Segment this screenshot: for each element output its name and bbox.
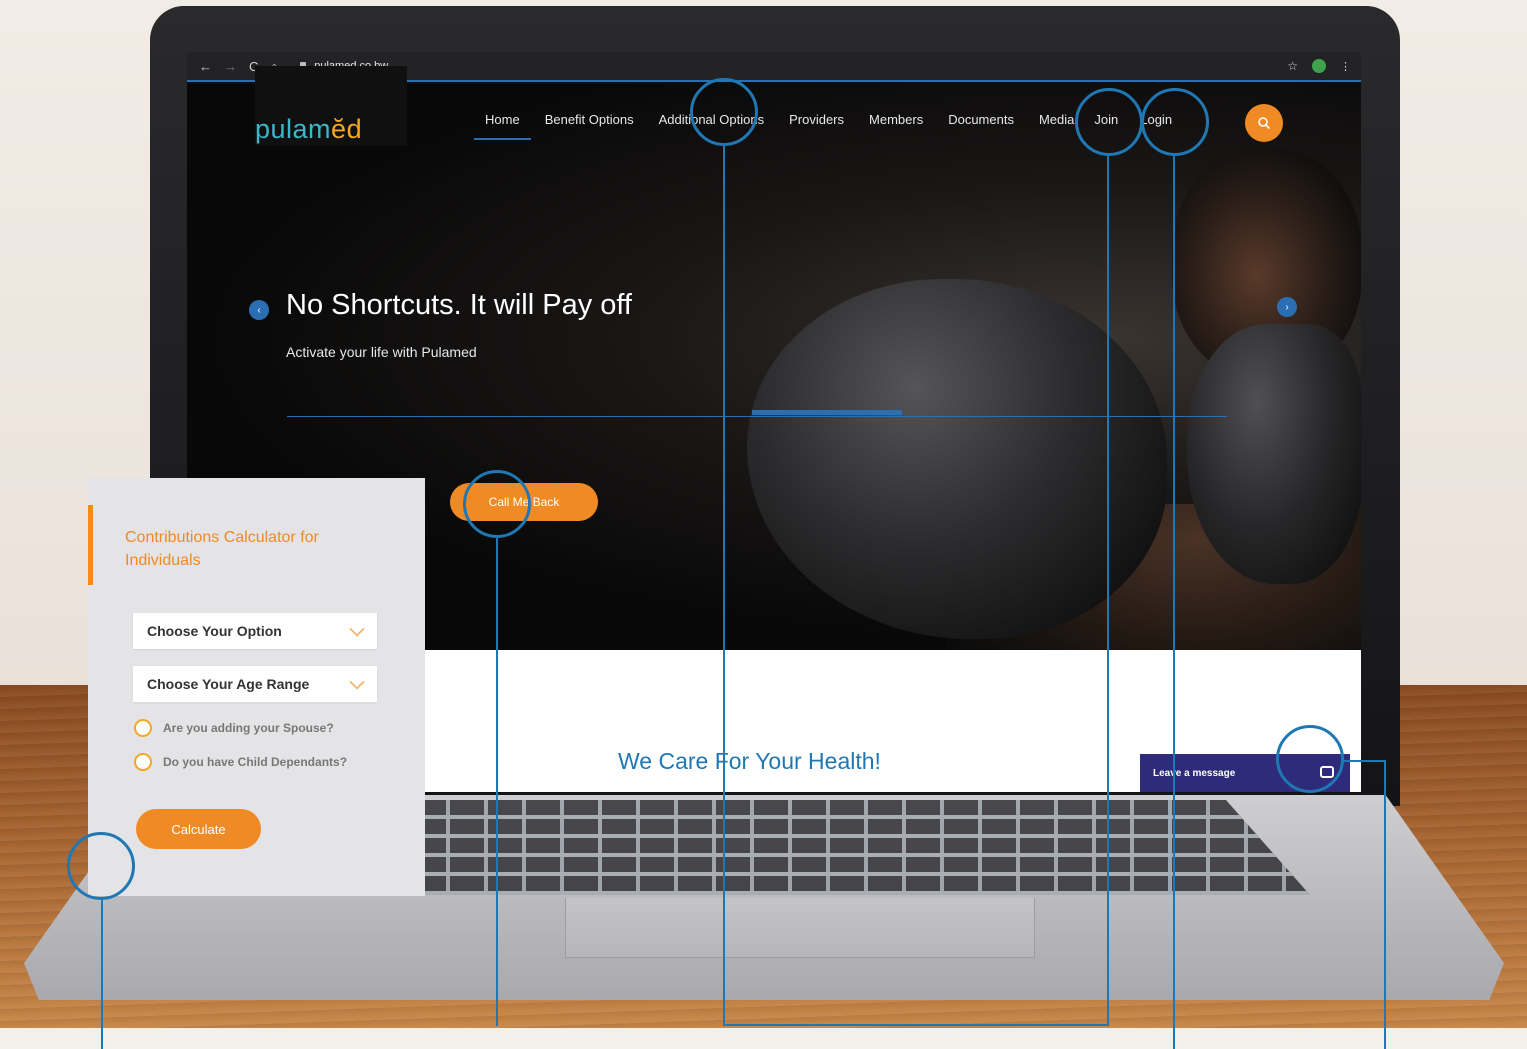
forward-icon[interactable]: →	[224, 59, 237, 74]
calculator-accent-bar	[88, 505, 93, 585]
callout-ring-call-me-back	[463, 470, 531, 538]
logo-text: pulam	[255, 114, 332, 144]
callout-line-join	[1107, 156, 1109, 1026]
trackpad	[565, 898, 1035, 958]
slider-next-icon[interactable]: ›	[1277, 297, 1297, 317]
contributions-calculator: Contributions Calculator for Individuals…	[88, 478, 425, 896]
pulamed-logo[interactable]: pulamĕd	[255, 114, 362, 145]
extension-icon[interactable]	[1312, 59, 1326, 73]
nav-home[interactable]: Home	[474, 112, 531, 140]
callout-line-calculator	[101, 900, 103, 1049]
star-icon[interactable]: ☆	[1287, 59, 1298, 73]
chat-label: Leave a message	[1153, 767, 1236, 779]
age-range-select-value: Choose Your Age Range	[147, 676, 310, 692]
callout-ring-join	[1075, 88, 1143, 156]
children-checkbox-row[interactable]: Do you have Child Dependants?	[134, 753, 347, 771]
slider-prev-icon[interactable]: ‹	[249, 300, 269, 320]
hero-subtitle: Activate your life with Pulamed	[286, 344, 477, 360]
callout-line-chat	[1384, 762, 1386, 1049]
calculate-button[interactable]: Calculate	[136, 809, 261, 849]
slider-progress-track	[287, 416, 1227, 417]
callout-ring-additional-options	[690, 78, 758, 146]
callout-ring-chat	[1276, 725, 1344, 793]
callout-ring-login	[1141, 88, 1209, 156]
callout-ring-calculator	[67, 832, 135, 900]
children-label: Do you have Child Dependants?	[163, 755, 348, 769]
hero-image-glove-left	[747, 279, 1167, 639]
spouse-checkbox-row[interactable]: Are you adding your Spouse?	[134, 719, 334, 737]
hero-title: No Shortcuts. It will Pay off	[286, 289, 632, 321]
slider-progress-fill	[752, 410, 902, 415]
option-select[interactable]: Choose Your Option	[133, 613, 377, 649]
nav-benefit-options[interactable]: Benefit Options	[545, 112, 634, 127]
nav-documents[interactable]: Documents	[948, 112, 1014, 127]
option-select-value: Choose Your Option	[147, 623, 282, 639]
bottom-band	[0, 1028, 1527, 1049]
chevron-down-icon	[349, 621, 365, 637]
section-title: We Care For Your Health!	[618, 748, 881, 774]
age-range-select[interactable]: Choose Your Age Range	[133, 666, 377, 702]
callout-line-call-me-back	[496, 538, 498, 1026]
chevron-down-icon	[349, 674, 365, 690]
spouse-label: Are you adding your Spouse?	[163, 721, 334, 735]
callout-line-additional-options	[723, 146, 725, 1026]
menu-icon[interactable]: ⋮	[1340, 60, 1351, 73]
callout-line-chat-h	[1342, 760, 1386, 762]
logo-accent: ĕd	[331, 114, 363, 144]
hero-image-glove-right	[1187, 324, 1361, 584]
callout-line-connector	[723, 1024, 1109, 1026]
search-icon	[1258, 117, 1271, 130]
spouse-checkbox[interactable]	[134, 719, 152, 737]
callout-line-login	[1173, 156, 1175, 1049]
browser-actions: ☆ ⋮	[1287, 59, 1351, 73]
calculator-title: Contributions Calculator for Individuals	[125, 529, 319, 569]
search-button[interactable]	[1245, 104, 1283, 142]
children-checkbox[interactable]	[134, 753, 152, 771]
nav-providers[interactable]: Providers	[789, 112, 844, 127]
nav-media[interactable]: Media	[1039, 112, 1074, 127]
nav-members[interactable]: Members	[869, 112, 923, 127]
back-icon[interactable]: ←	[199, 59, 212, 74]
